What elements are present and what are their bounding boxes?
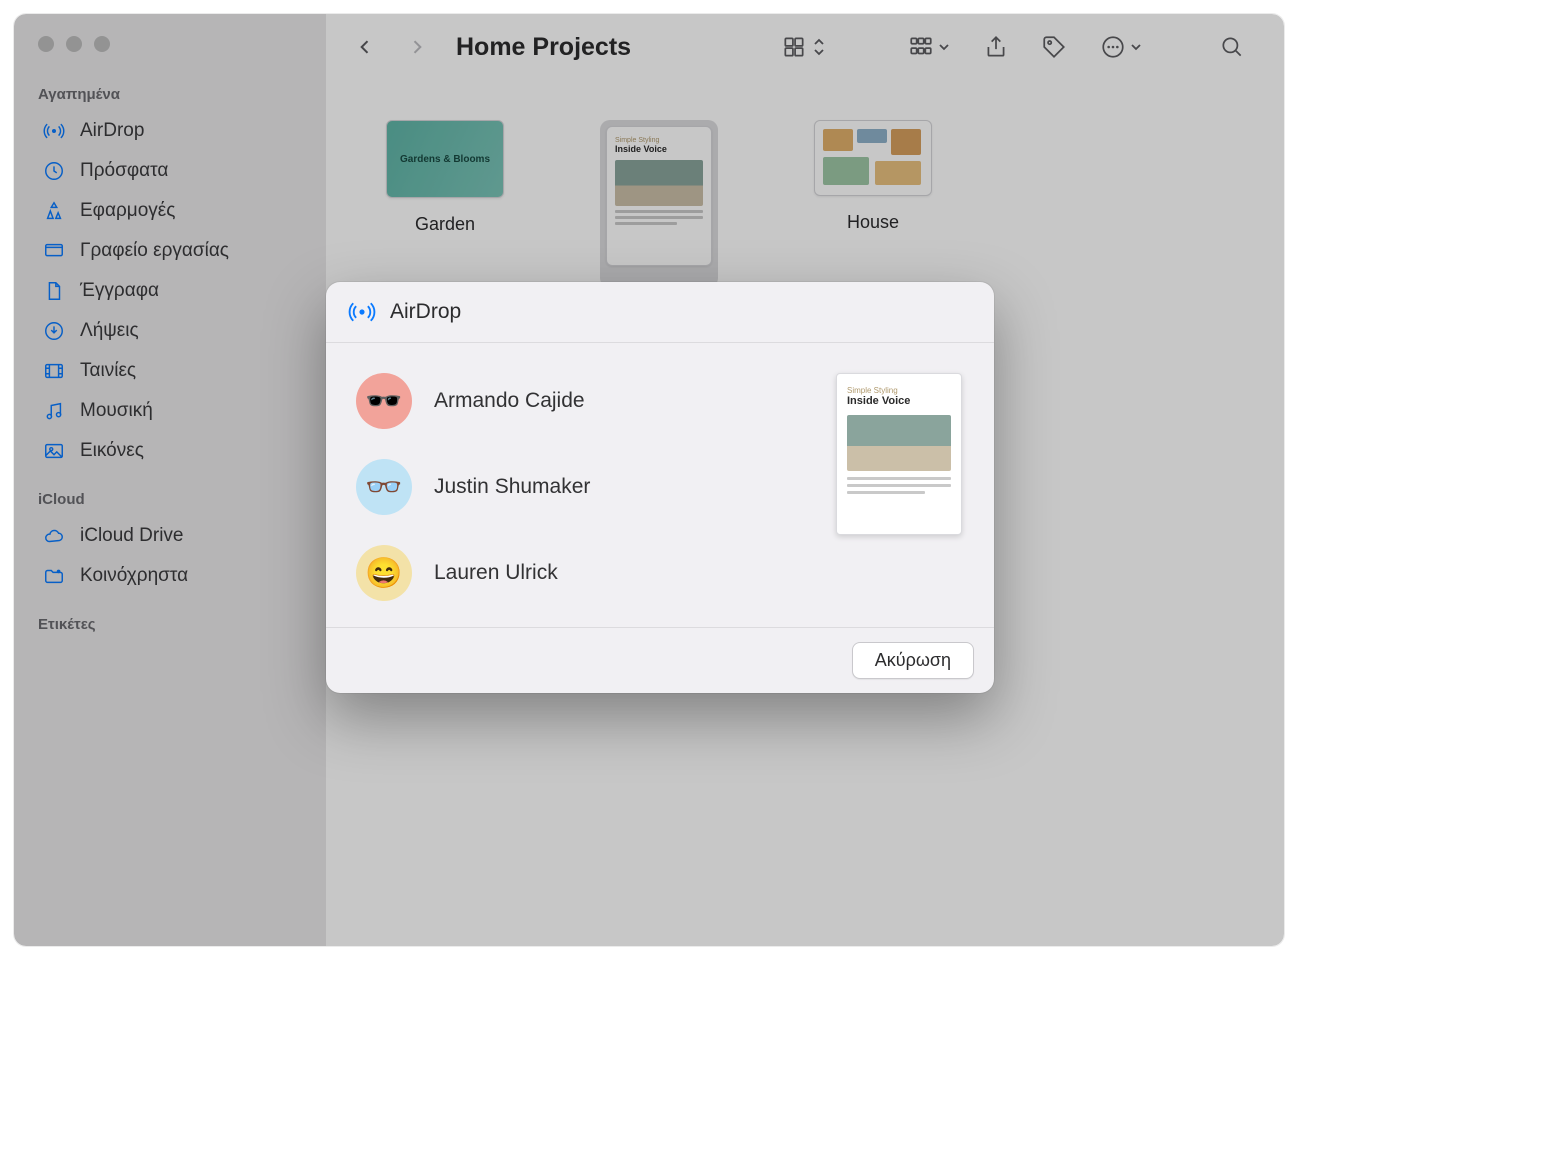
sidebar-section-icloud: iCloud [14,485,326,516]
airdrop-person[interactable]: 😄 Lauren Ulrick [356,545,816,601]
file-name: House [847,212,899,233]
file-thumbnail: Simple Styling Inside Voice [606,126,712,266]
modal-body: 🕶️ Armando Cajide 👓 Justin Shumaker 😄 La… [326,343,994,628]
search-button[interactable] [1208,26,1256,68]
avatar-emoji: 🕶️ [365,384,402,419]
sidebar-item-airdrop[interactable]: AirDrop [14,111,326,151]
sidebar-item-label: Γραφείο εργασίας [80,240,229,262]
airdrop-person[interactable]: 👓 Justin Shumaker [356,459,816,515]
sidebar-item-icloud-drive[interactable]: iCloud Drive [14,516,326,556]
share-preview-thumbnail: Simple Styling Inside Voice [836,373,962,535]
sidebar-item-downloads[interactable]: Λήψεις [14,311,326,351]
sidebar: Αγαπημένα AirDrop Πρόσφατα Εφαρμογές Γρα… [14,14,326,946]
sidebar-item-label: Εφαρμογές [80,200,175,222]
thumbnail-heading: Inside Voice [615,144,703,154]
sidebar-item-label: Ταινίες [80,360,136,382]
downloads-icon [42,319,66,343]
preview-heading: Inside Voice [847,395,951,407]
thumbnail-text: Gardens & Blooms [400,154,490,165]
sidebar-section-tags: Ετικέτες [14,610,326,641]
sidebar-item-movies[interactable]: Ταινίες [14,351,326,391]
airdrop-person[interactable]: 🕶️ Armando Cajide [356,373,816,429]
sidebar-item-label: Μουσική [80,400,153,422]
sidebar-item-shared[interactable]: Κοινόχρηστα [14,556,326,596]
tags-button[interactable] [1030,26,1078,68]
window-controls [14,30,326,80]
avatar: 🕶️ [356,373,412,429]
person-name: Lauren Ulrick [434,561,558,585]
airdrop-icon [42,119,66,143]
desktop-icon [42,239,66,263]
group-by-button[interactable] [896,26,962,68]
sidebar-item-label: Εικόνες [80,440,144,462]
forward-button[interactable] [396,26,438,68]
file-thumbnail: Gardens & Blooms [386,120,504,198]
shared-folder-icon [42,564,66,588]
avatar-emoji: 👓 [365,470,402,505]
sidebar-item-desktop[interactable]: Γραφείο εργασίας [14,231,326,271]
file-selection-highlight: Simple Styling Inside Voice [600,120,718,288]
apps-icon [42,199,66,223]
sidebar-item-pictures[interactable]: Εικόνες [14,431,326,471]
fullscreen-window-button[interactable] [94,36,110,52]
cancel-button[interactable]: Ακύρωση [852,642,974,679]
sidebar-item-label: Πρόσφατα [80,160,168,182]
file-item-house[interactable]: House [798,120,948,233]
sidebar-item-music[interactable]: Μουσική [14,391,326,431]
actions-button[interactable] [1088,26,1154,68]
sidebar-item-label: Έγγραφα [80,280,159,302]
sidebar-item-documents[interactable]: Έγγραφα [14,271,326,311]
cloud-icon [42,524,66,548]
pictures-icon [42,439,66,463]
sidebar-section-favorites: Αγαπημένα [14,80,326,111]
file-thumbnail [814,120,932,196]
close-window-button[interactable] [38,36,54,52]
movies-icon [42,359,66,383]
airdrop-share-sheet: AirDrop 🕶️ Armando Cajide 👓 Justin Shuma… [326,282,994,693]
modal-footer: Ακύρωση [326,628,994,693]
back-button[interactable] [344,26,386,68]
share-button[interactable] [972,26,1020,68]
sidebar-item-label: Λήψεις [80,320,139,342]
avatar: 😄 [356,545,412,601]
sidebar-item-applications[interactable]: Εφαρμογές [14,191,326,231]
file-name: Garden [415,214,475,235]
airdrop-people-list: 🕶️ Armando Cajide 👓 Justin Shumaker 😄 La… [356,363,816,601]
avatar: 👓 [356,459,412,515]
document-icon [42,279,66,303]
modal-title: AirDrop [390,300,461,324]
avatar-emoji: 😄 [365,556,402,591]
sidebar-item-label: AirDrop [80,120,144,142]
person-name: Armando Cajide [434,389,585,413]
person-name: Justin Shumaker [434,475,590,499]
folder-title: Home Projects [456,33,631,62]
view-mode-button[interactable] [770,26,836,68]
file-item-garden[interactable]: Gardens & Blooms Garden [370,120,520,235]
music-icon [42,399,66,423]
toolbar: Home Projects [326,14,1284,80]
sidebar-item-label: iCloud Drive [80,525,183,547]
preview-brand: Simple Styling [847,386,951,395]
clock-icon [42,159,66,183]
modal-header: AirDrop [326,282,994,343]
minimize-window-button[interactable] [66,36,82,52]
sidebar-item-recents[interactable]: Πρόσφατα [14,151,326,191]
sidebar-item-label: Κοινόχρηστα [80,565,188,587]
airdrop-icon [348,298,376,326]
thumbnail-brand: Simple Styling [615,137,703,144]
